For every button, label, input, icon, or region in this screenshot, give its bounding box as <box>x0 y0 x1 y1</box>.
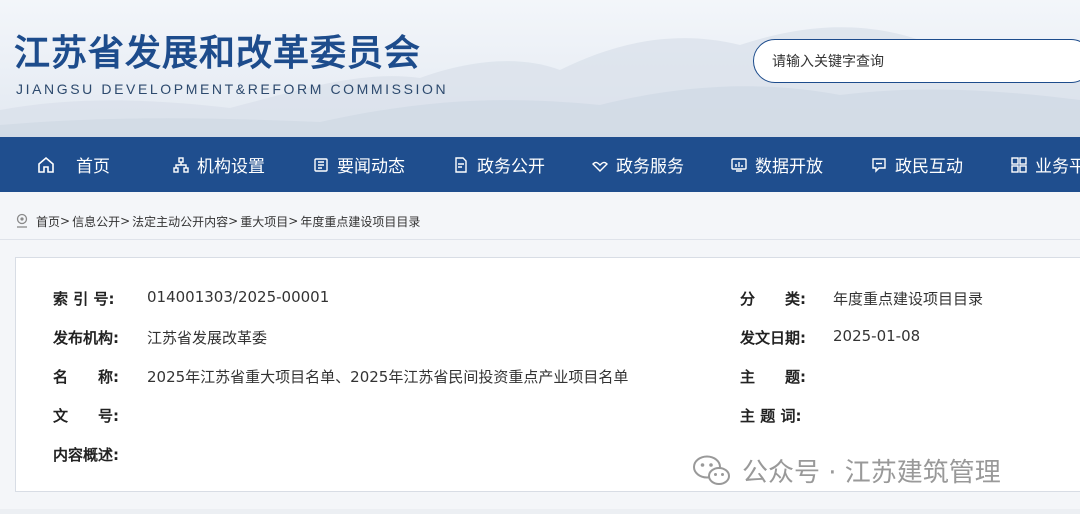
news-icon <box>314 157 328 172</box>
breadcrumb: 首页 > 信息公开 > 法定主动公开内容 > 重大项目 > 年度重点建设项目目录 <box>14 211 420 231</box>
nav-item-interaction[interactable]: 政民互动 <box>871 137 963 192</box>
index-label: 索 引 号: <box>53 290 115 308</box>
org-icon <box>173 156 189 173</box>
name-label: 名 称: <box>53 368 119 386</box>
index-value: 014001303/2025-00001 <box>147 288 330 306</box>
nav-item-news[interactable]: 要闻动态 <box>313 137 405 192</box>
nav-item-label: 业务平 <box>1035 157 1080 177</box>
chat-icon <box>872 157 886 173</box>
data-icon <box>731 157 747 172</box>
topic-label: 主 题: <box>740 368 806 386</box>
breadcrumb-separator: > <box>120 214 131 228</box>
service-icon <box>592 161 608 172</box>
bottom-strip <box>0 509 1080 514</box>
summary-label: 内容概述: <box>53 446 119 464</box>
document-icon <box>455 156 467 173</box>
docno-label: 文 号: <box>53 407 119 425</box>
nav-item-label: 首页 <box>76 157 110 177</box>
breadcrumb-divider <box>0 239 1080 240</box>
nav-item-label: 机构设置 <box>197 157 265 177</box>
home-icon <box>38 156 54 173</box>
wechat-icon <box>693 455 730 485</box>
location-icon <box>16 213 28 228</box>
category-label: 分 类: <box>740 290 806 308</box>
nav-item-label: 要闻动态 <box>337 157 405 177</box>
search-input[interactable] <box>770 51 1074 73</box>
nav-item-label: 数据开放 <box>755 157 823 177</box>
site-subtitle: JIANGSU DEVELOPMENT&REFORM COMMISSION <box>16 81 449 97</box>
nav-item-label: 政民互动 <box>895 157 963 177</box>
publisher-label: 发布机构: <box>53 329 119 347</box>
date-label: 发文日期: <box>740 329 806 347</box>
name-value: 2025年江苏省重大项目名单、2025年江苏省民间投资重点产业项目名单 <box>147 368 629 386</box>
breadcrumb-home[interactable]: 首页 <box>36 213 60 230</box>
breadcrumb-separator: > <box>60 214 71 228</box>
watermark-text: 公众号 · 江苏建筑管理 <box>742 458 1001 488</box>
date-value: 2025-01-08 <box>833 327 921 345</box>
site-header: 江苏省发展和改革委员会 JIANGSU DEVELOPMENT&REFORM C… <box>0 0 1080 137</box>
breadcrumb-current[interactable]: 年度重点建设项目目录 <box>300 213 420 230</box>
nav-item-org[interactable]: 机构设置 <box>173 137 265 192</box>
nav-item-service[interactable]: 政务服务 <box>592 137 684 192</box>
nav-item-platform[interactable]: 业务平 <box>1011 137 1080 192</box>
breadcrumb-separator: > <box>288 214 299 228</box>
site-title[interactable]: 江苏省发展和改革委员会 <box>14 24 421 76</box>
breadcrumb-separator: > <box>228 214 239 228</box>
main-nav: 首页 机构设置 要闻动态 政务公开 政务服务 数据开放 政民互动 业务平 <box>0 137 1080 192</box>
breadcrumb-info-open[interactable]: 信息公开 <box>72 213 120 230</box>
breadcrumb-major-projects[interactable]: 重大项目 <box>240 213 288 230</box>
watermark: 公众号 · 江苏建筑管理 <box>692 452 1001 489</box>
nav-item-data[interactable]: 数据开放 <box>731 137 823 192</box>
publisher-value: 江苏省发展改革委 <box>147 329 268 347</box>
nav-item-label: 政务公开 <box>477 157 545 177</box>
nav-item-gov-open[interactable]: 政务公开 <box>453 137 545 192</box>
keywords-label: 主 题 词: <box>740 407 802 425</box>
nav-item-label: 政务服务 <box>616 157 684 177</box>
grid-icon <box>1011 156 1027 173</box>
search-box[interactable] <box>753 39 1080 83</box>
category-value: 年度重点建设项目目录 <box>833 290 984 308</box>
nav-item-home[interactable]: 首页 <box>36 137 110 192</box>
breadcrumb-legal-content[interactable]: 法定主动公开内容 <box>132 213 228 230</box>
